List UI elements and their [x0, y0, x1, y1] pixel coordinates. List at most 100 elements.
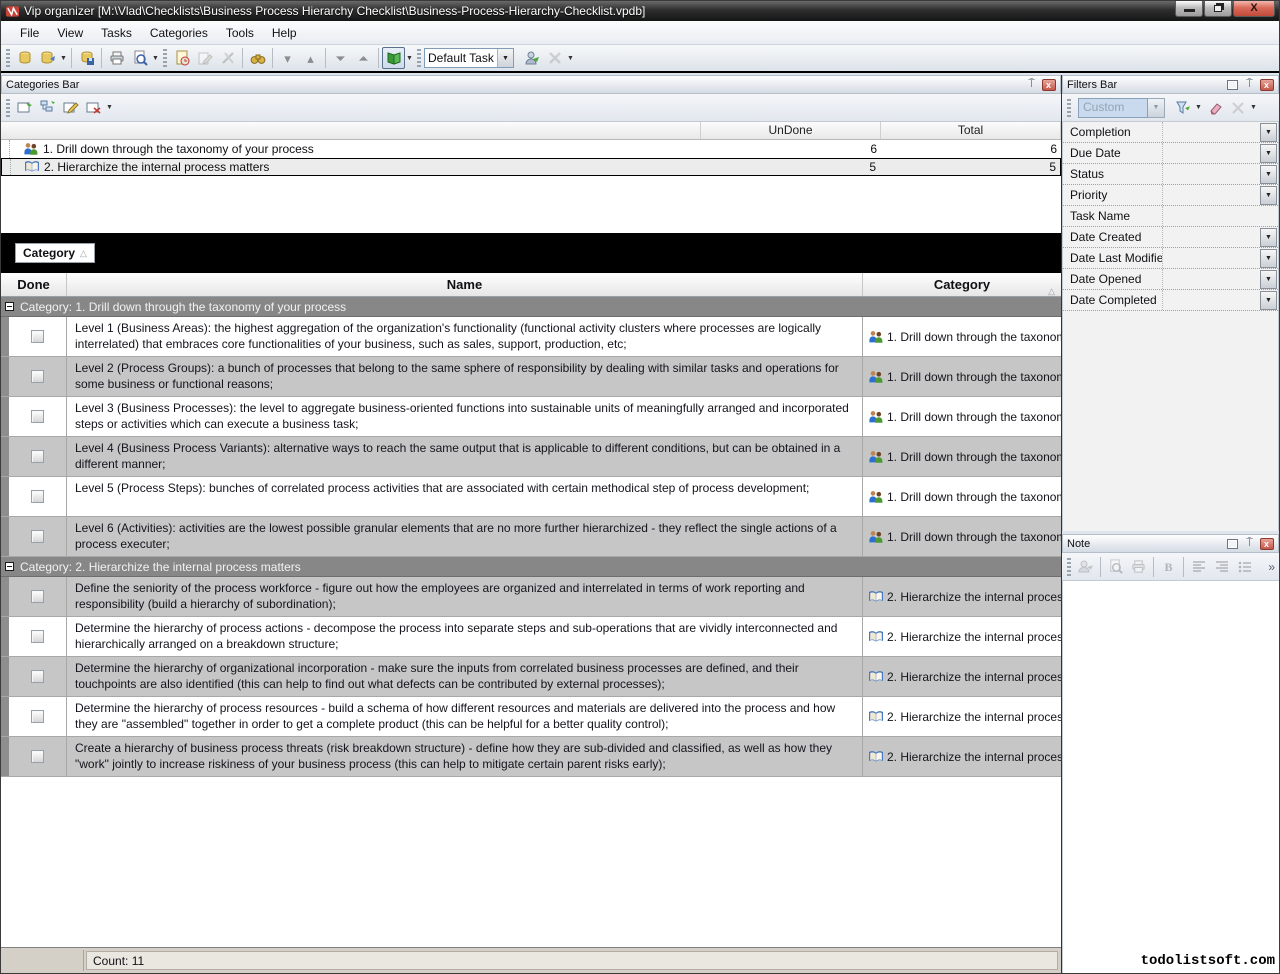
delete-filter-button[interactable]	[1226, 97, 1249, 119]
task-done-checkbox[interactable]	[31, 410, 44, 423]
clear-type-button[interactable]	[543, 47, 566, 69]
menu-item-file[interactable]: File	[11, 23, 48, 43]
filters-toolbar-overflow[interactable]: ▼	[1249, 104, 1258, 111]
filter-dropdown-completion[interactable]: ▼	[1260, 123, 1277, 142]
assign-type-button[interactable]	[520, 47, 543, 69]
find-button[interactable]	[246, 47, 269, 69]
task-row[interactable]: Level 4 (Business Process Variants): alt…	[1, 437, 1061, 477]
pin-icon[interactable]: ⍑	[1024, 78, 1039, 91]
task-row[interactable]: Determine the hierarchy of process resou…	[1, 697, 1061, 737]
task-done-checkbox[interactable]	[31, 590, 44, 603]
move-top-button[interactable]: ⏶	[352, 47, 375, 69]
new-category-button[interactable]	[13, 97, 36, 119]
task-row[interactable]: Level 5 (Process Steps): bunches of corr…	[1, 477, 1061, 517]
group-by-chip[interactable]: Category △	[15, 243, 95, 263]
group-header[interactable]: Category: 2. Hierarchize the internal pr…	[1, 557, 1061, 577]
task-done-checkbox[interactable]	[31, 710, 44, 723]
task-done-checkbox[interactable]	[31, 330, 44, 343]
column-header-name[interactable]: Name	[67, 273, 863, 296]
menu-item-categories[interactable]: Categories	[141, 23, 217, 43]
new-database-button[interactable]	[13, 47, 36, 69]
delete-category-button[interactable]	[82, 97, 105, 119]
toolbar-grip[interactable]	[417, 49, 421, 67]
filter-dropdown-date-completed[interactable]: ▼	[1260, 291, 1277, 310]
notes-toggle-dropdown[interactable]: ▼	[405, 55, 414, 62]
filter-dropdown-priority[interactable]: ▼	[1260, 186, 1277, 205]
menu-item-help[interactable]: Help	[263, 23, 306, 43]
filter-dropdown-date-created[interactable]: ▼	[1260, 228, 1277, 247]
task-done-checkbox[interactable]	[31, 370, 44, 383]
add-task-button[interactable]	[170, 47, 193, 69]
task-row[interactable]: Determine the hierarchy of process actio…	[1, 617, 1061, 657]
toolbar-grip[interactable]	[163, 49, 167, 67]
note-print-button[interactable]	[1127, 556, 1150, 578]
task-done-checkbox[interactable]	[31, 670, 44, 683]
categories-toolbar-overflow[interactable]: ▼	[105, 104, 114, 111]
apply-filter-button[interactable]	[1171, 97, 1194, 119]
category-item[interactable]: 2. Hierarchize the internal process matt…	[1, 158, 1061, 176]
move-down-button[interactable]: ▾	[276, 47, 299, 69]
close-button[interactable]: X	[1233, 1, 1275, 17]
column-header-total[interactable]: Total	[881, 122, 1061, 139]
panel-restore-icon[interactable]	[1225, 78, 1240, 91]
apply-note-button[interactable]	[1074, 556, 1097, 578]
menu-item-tasks[interactable]: Tasks	[92, 23, 141, 43]
panel-close-icon[interactable]: x	[1259, 78, 1274, 91]
collapse-icon[interactable]	[5, 562, 14, 571]
column-header-undone[interactable]: UnDone	[701, 122, 881, 139]
column-header-category[interactable]: Category △	[863, 273, 1061, 296]
panel-close-icon[interactable]: x	[1041, 78, 1056, 91]
align-left-button[interactable]	[1187, 556, 1210, 578]
filter-preset-combobox[interactable]: Custom ▼	[1078, 98, 1165, 118]
task-type-combobox[interactable]: Default Task ▼	[424, 48, 514, 68]
menu-item-view[interactable]: View	[48, 23, 92, 43]
category-item[interactable]: 1. Drill down through the taxonomy of yo…	[1, 140, 1061, 158]
note-print-preview-button[interactable]	[1104, 556, 1127, 578]
move-bottom-button[interactable]: ⏷	[329, 47, 352, 69]
restore-button[interactable]	[1204, 1, 1232, 17]
pin-icon[interactable]: ⍑	[1242, 537, 1257, 550]
task-type-dropdown-arrow[interactable]: ▼	[497, 49, 513, 67]
task-row[interactable]: Level 2 (Process Groups): a bunch of pro…	[1, 357, 1061, 397]
apply-filter-dropdown[interactable]: ▼	[1194, 104, 1203, 111]
filter-preset-dropdown-arrow[interactable]: ▼	[1148, 98, 1165, 118]
filter-dropdown-date-opened[interactable]: ▼	[1260, 270, 1277, 289]
filter-dropdown-date-last-modified[interactable]: ▼	[1260, 249, 1277, 268]
new-subcategory-button[interactable]	[36, 97, 59, 119]
task-row[interactable]: Define the seniority of the process work…	[1, 577, 1061, 617]
task-row[interactable]: Determine the hierarchy of organizationa…	[1, 657, 1061, 697]
filter-dropdown-due-date[interactable]: ▼	[1260, 144, 1277, 163]
panel-restore-icon[interactable]	[1225, 537, 1240, 550]
toolbar-grip[interactable]	[6, 49, 10, 67]
menu-item-tools[interactable]: Tools	[217, 23, 263, 43]
clear-filter-button[interactable]	[1203, 97, 1226, 119]
save-database-button[interactable]	[75, 47, 98, 69]
task-done-checkbox[interactable]	[31, 450, 44, 463]
note-editor[interactable]: todolistsoft.com	[1062, 581, 1279, 973]
print-preview-dropdown[interactable]: ▼	[151, 55, 160, 62]
task-row[interactable]: Create a hierarchy of business process t…	[1, 737, 1061, 777]
open-database-button[interactable]	[36, 47, 59, 69]
bold-button[interactable]: B	[1157, 556, 1180, 578]
more-buttons-chevron[interactable]: »	[1268, 561, 1275, 573]
task-row[interactable]: Level 6 (Activities): activities are the…	[1, 517, 1061, 557]
bullet-list-button[interactable]	[1233, 556, 1256, 578]
align-right-button[interactable]	[1210, 556, 1233, 578]
delete-task-button[interactable]	[216, 47, 239, 69]
task-done-checkbox[interactable]	[31, 630, 44, 643]
column-header-done[interactable]: Done	[1, 273, 67, 296]
notes-toggle-button[interactable]	[382, 47, 405, 69]
task-row[interactable]: Level 3 (Business Processes): the level …	[1, 397, 1061, 437]
minimize-button[interactable]	[1175, 1, 1203, 17]
edit-category-button[interactable]	[59, 97, 82, 119]
group-header[interactable]: Category: 1. Drill down through the taxo…	[1, 297, 1061, 317]
type-toolbar-overflow[interactable]: ▼	[566, 55, 575, 62]
print-preview-button[interactable]	[128, 47, 151, 69]
pin-icon[interactable]: ⍑	[1242, 78, 1257, 91]
move-up-button[interactable]: ▴	[299, 47, 322, 69]
task-done-checkbox[interactable]	[31, 750, 44, 763]
panel-close-icon[interactable]: x	[1259, 537, 1274, 550]
open-database-dropdown[interactable]: ▼	[59, 55, 68, 62]
filter-dropdown-status[interactable]: ▼	[1260, 165, 1277, 184]
print-button[interactable]	[105, 47, 128, 69]
